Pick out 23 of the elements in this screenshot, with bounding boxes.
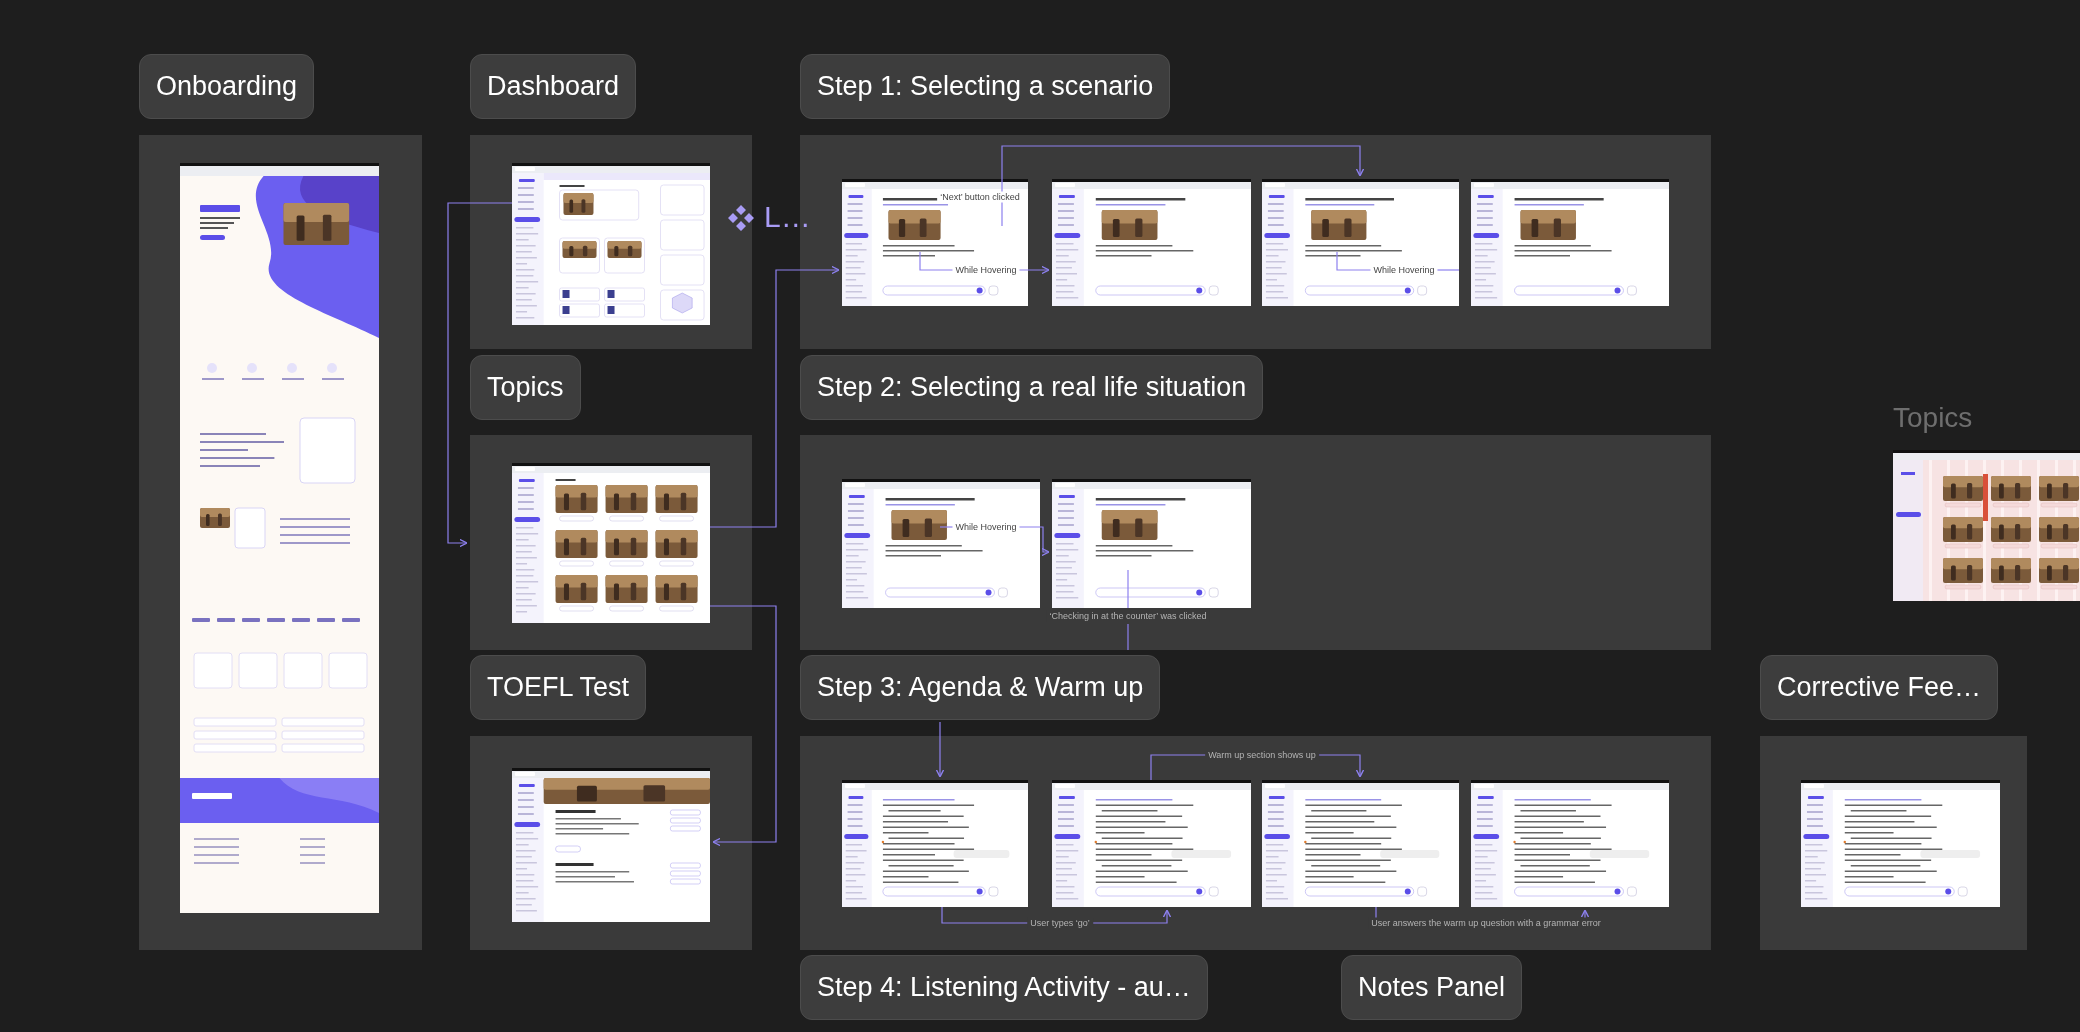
section-label: Step 2: Selecting a real life situation — [800, 355, 1264, 420]
frame-title: Topics — [1893, 402, 1973, 434]
component-icon — [727, 204, 755, 232]
section-label: Dashboard — [470, 54, 637, 119]
flow-line — [1127, 623, 1129, 651]
flow-annotation: Warm up section shows up — [1205, 749, 1319, 761]
flow-arrow — [935, 721, 945, 778]
section-label: Onboarding — [139, 54, 315, 119]
flow-line — [1127, 569, 1129, 609]
flow-annotation: While Hovering — [1370, 264, 1438, 276]
flow-annotation: While Hovering — [952, 264, 1020, 276]
section-label: Notes Panel — [1341, 955, 1523, 1020]
section-label: Step 4: Listening Activity - au… — [800, 955, 1208, 1020]
flow-annotation: While Hovering — [952, 521, 1020, 533]
component-name: L… — [764, 200, 811, 234]
flow-annotation: User types ‘go’ — [1027, 917, 1093, 929]
flow-annotation: ‘Next’ button clicked — [937, 191, 1023, 203]
section-label: TOEFL Test — [470, 655, 647, 720]
section-label: Step 1: Selecting a scenario — [800, 54, 1171, 119]
section-label: Step 3: Agenda & Warm up — [800, 655, 1161, 720]
section-label: Corrective Fee… — [1760, 655, 1999, 720]
flow-annotation: User answers the warm up question with a grammar error — [1368, 917, 1604, 929]
section-label: Topics — [470, 355, 581, 420]
